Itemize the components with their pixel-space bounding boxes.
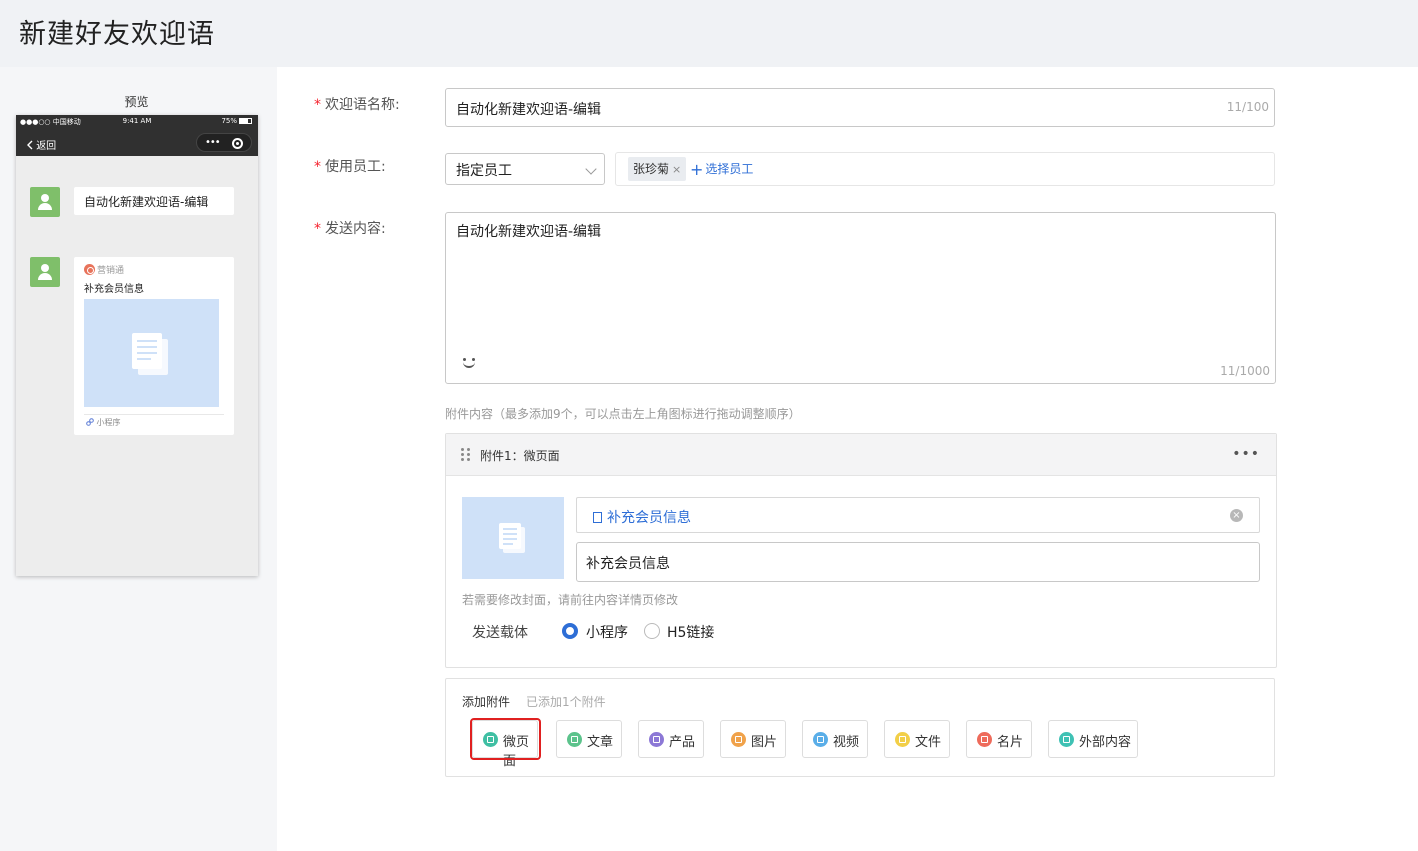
- card-title: 补充会员信息: [84, 284, 144, 295]
- plus-icon: +: [690, 160, 704, 179]
- preview-text-bubble: 自动化新建欢迎语-编辑: [74, 187, 234, 215]
- radio-mini-program-label[interactable]: 小程序: [586, 622, 628, 642]
- select-staff-label: 选择员工: [705, 162, 754, 176]
- add-card-button[interactable]: 名片: [966, 720, 1032, 758]
- radio-h5-link[interactable]: [644, 623, 660, 639]
- content-label: * 发送内容:: [314, 221, 386, 237]
- welcome-name-label: * 欢迎语名称:: [314, 97, 400, 113]
- staff-selector[interactable]: 张珍菊 × + 选择员工: [615, 152, 1275, 186]
- chevron-down-icon: [585, 163, 597, 175]
- battery-percent: 75%: [221, 117, 237, 125]
- close-icon[interactable]: ×: [672, 163, 681, 176]
- mini-program-icon: [86, 418, 94, 426]
- selection-highlight: [470, 718, 541, 760]
- phone-back-label: 返回: [36, 141, 57, 152]
- attachment-title-value: 补充会员信息: [586, 556, 670, 572]
- attachments-hint: 附件内容（最多添加9个，可以点击左上角图标进行拖动调整顺序）: [445, 407, 801, 421]
- video-icon: [813, 732, 828, 747]
- preview-label: 预览: [124, 95, 149, 109]
- page-header: 新建好友欢迎语: [0, 0, 1418, 67]
- form-panel: * 欢迎语名称: 自动化新建欢迎语-编辑 11/100 * 使用员工: 指定员工 张…: [277, 67, 1418, 851]
- attachment-cover: [462, 497, 564, 579]
- attachment-link[interactable]: 补充会员信息: [593, 507, 691, 527]
- attachment-link-field[interactable]: 补充会员信息 ×: [576, 497, 1260, 533]
- page-title: 新建好友欢迎语: [19, 19, 215, 50]
- phone-preview: ●●●○○ 中国移动 9:41 AM 75% 返回 ••• 自动化新建欢迎语-编…: [16, 115, 258, 576]
- add-attachment-panel: 添加附件 已添加1个附件 微页面 文章 产品 图片 视频 文件 名片 外部内容: [445, 678, 1275, 777]
- avatar: [30, 187, 60, 217]
- staff-label: * 使用员工:: [314, 159, 386, 175]
- article-icon: [567, 732, 582, 747]
- more-icon[interactable]: •••: [1232, 446, 1260, 462]
- clear-icon[interactable]: ×: [1230, 509, 1243, 522]
- welcome-name-value: 自动化新建欢迎语-编辑: [456, 102, 602, 118]
- phone-status-bar: ●●●○○ 中国移动 9:41 AM 75%: [16, 115, 258, 129]
- content-counter: 11/1000: [1220, 364, 1270, 378]
- card-footer: 小程序: [86, 417, 121, 428]
- card-source-label: 营销通: [97, 266, 125, 276]
- welcome-name-input[interactable]: 自动化新建欢迎语-编辑 11/100: [445, 88, 1275, 127]
- preview-mini-program-card: 营销通 补充会员信息 小程序: [74, 257, 234, 435]
- more-dots-icon: •••: [205, 137, 221, 148]
- staff-tag-label: 张珍菊: [633, 162, 670, 176]
- add-external-content-button[interactable]: 外部内容: [1048, 720, 1138, 758]
- image-icon: [731, 732, 746, 747]
- add-video-button[interactable]: 视频: [802, 720, 868, 758]
- staff-scope-value: 指定员工: [456, 163, 512, 179]
- add-file-button[interactable]: 文件: [884, 720, 950, 758]
- battery-indicator: 75%: [221, 117, 252, 125]
- card-source: 营销通: [84, 263, 124, 276]
- file-icon: [895, 732, 910, 747]
- close-target-icon: [232, 138, 243, 149]
- phone-nav-bar: 返回 •••: [16, 129, 258, 156]
- carrier-label: 发送载体: [472, 625, 528, 641]
- staff-tag[interactable]: 张珍菊 ×: [628, 157, 687, 181]
- attachment-card: 附件1：微页面 ••• 补充会员信息 × 补充会员信息 若需要修改封面，请前往内…: [445, 433, 1277, 668]
- namecard-icon: [977, 732, 992, 747]
- select-staff-button[interactable]: + 选择员工: [690, 160, 753, 179]
- radio-mini-program[interactable]: [562, 623, 578, 639]
- add-product-button[interactable]: 产品: [638, 720, 704, 758]
- battery-icon: [239, 118, 252, 124]
- emoji-icon[interactable]: [460, 355, 478, 373]
- product-icon: [649, 732, 664, 747]
- attachment-title-input[interactable]: 补充会员信息: [576, 542, 1260, 582]
- attachment-count: 已添加1个附件: [526, 695, 606, 709]
- chevron-left-icon: [27, 140, 33, 150]
- link-icon: [1059, 732, 1074, 747]
- content-textarea[interactable]: 自动化新建欢迎语-编辑 11/1000: [445, 212, 1276, 384]
- card-cover-image: [84, 299, 219, 407]
- avatar: [30, 257, 60, 287]
- mini-program-capsule: •••: [196, 133, 252, 152]
- source-logo-icon: [84, 264, 95, 275]
- add-attachment-title: 添加附件: [462, 695, 511, 709]
- attachment-title: 附件1：微页面: [480, 449, 560, 463]
- phone-back-button: 返回: [26, 137, 56, 152]
- page-icon: [593, 512, 602, 523]
- preview-panel: 预览 ●●●○○ 中国移动 9:41 AM 75% 返回 ••• 自动化新建欢迎…: [0, 67, 277, 851]
- radio-h5-link-label[interactable]: H5链接: [667, 622, 714, 642]
- add-article-button[interactable]: 文章: [556, 720, 622, 758]
- cover-hint: 若需要修改封面，请前往内容详情页修改: [462, 593, 679, 607]
- staff-scope-select[interactable]: 指定员工: [445, 153, 605, 185]
- card-footer-label: 小程序: [96, 418, 121, 427]
- content-value: 自动化新建欢迎语-编辑: [456, 224, 602, 240]
- add-image-button[interactable]: 图片: [720, 720, 786, 758]
- document-icon: [499, 523, 529, 555]
- attachment-link-label: 补充会员信息: [607, 510, 691, 526]
- document-icon: [132, 333, 172, 375]
- attachment-header: 附件1：微页面 •••: [446, 434, 1276, 476]
- card-divider: [84, 414, 224, 415]
- drag-handle-icon[interactable]: [461, 448, 471, 462]
- welcome-name-counter: 11/100: [1226, 100, 1269, 114]
